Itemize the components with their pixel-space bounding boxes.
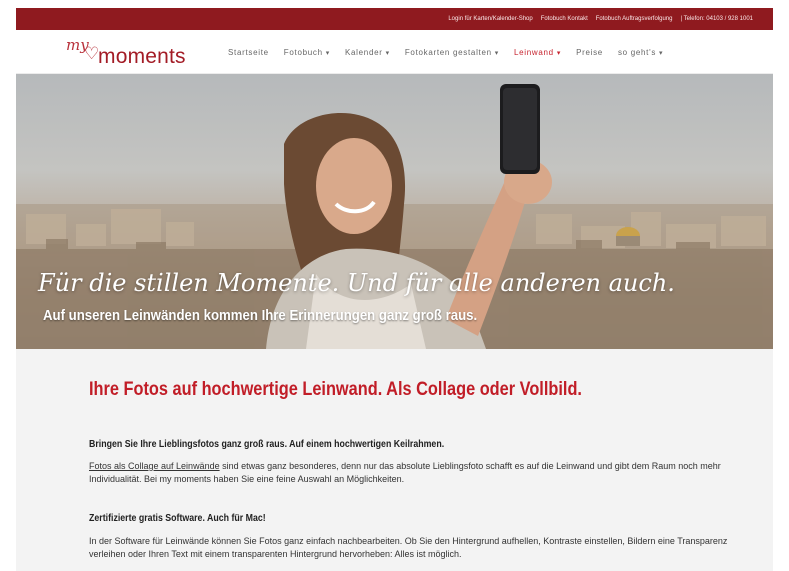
nav-label: Leinwand xyxy=(513,47,554,57)
section-title: Bringen Sie Ihre Lieblingsfotos ganz gro… xyxy=(89,439,445,450)
site-logo[interactable]: my ♡ moments xyxy=(66,34,196,70)
nav-label: Fotokarten gestalten xyxy=(404,47,492,57)
chevron-down-icon: ▾ xyxy=(325,49,330,57)
nav-label: so geht's xyxy=(617,47,657,57)
main-navbar: my ♡ moments Startseite Fotobuch ▾ Kalend… xyxy=(16,30,773,74)
nav-item-preise[interactable]: Preise xyxy=(576,48,603,57)
nav-label: Startseite xyxy=(228,47,269,57)
nav-label: Kalender xyxy=(344,47,383,57)
chevron-down-icon: ▾ xyxy=(385,49,390,57)
nav-item-fotobuch[interactable]: Fotobuch ▾ xyxy=(284,48,330,57)
heart-icon: ♡ xyxy=(84,44,100,63)
nav-item-so-gehts[interactable]: so geht's ▾ xyxy=(618,48,663,57)
chevron-down-icon: ▾ xyxy=(556,49,562,57)
hero-subtitle: Auf unseren Leinwänden kommen Ihre Erinn… xyxy=(43,307,478,324)
page-frame: Login für Karten/Kalender-Shop Fotobuch … xyxy=(16,8,773,571)
login-link[interactable]: Login für Karten/Kalender-Shop xyxy=(448,16,532,22)
collage-link[interactable]: Fotos als Collage auf Leinwände xyxy=(89,461,220,471)
order-tracking-link[interactable]: Fotobuch Auftragsverfolgung xyxy=(596,16,673,22)
nav-item-startseite[interactable]: Startseite xyxy=(228,48,269,57)
top-bar: Login für Karten/Kalender-Shop Fotobuch … xyxy=(16,8,773,30)
section-title: Zertifizierte gratis Software. Auch für … xyxy=(89,513,266,524)
contact-link[interactable]: Fotobuch Kontakt xyxy=(541,16,588,22)
main-nav: Startseite Fotobuch ▾ Kalender ▾ Fotokarte… xyxy=(228,30,663,74)
hero-banner: Für die stillen Momente. Und für alle an… xyxy=(16,74,773,349)
phone-link[interactable]: | Telefon: 04103 / 928 1001 xyxy=(680,16,753,22)
chevron-down-icon: ▾ xyxy=(494,49,499,57)
nav-item-fotokarten[interactable]: Fotokarten gestalten ▾ xyxy=(405,48,499,57)
content-section: Ihre Fotos auf hochwertige Leinwand. Als… xyxy=(16,349,773,571)
hero-title: Für die stillen Momente. Und für alle an… xyxy=(38,269,675,297)
nav-item-kalender[interactable]: Kalender ▾ xyxy=(345,48,390,57)
chevron-down-icon: ▾ xyxy=(659,49,664,57)
nav-label: Preise xyxy=(576,47,603,57)
section-paragraph: In der Software für Leinwände können Sie… xyxy=(89,536,728,559)
nav-item-leinwand[interactable]: Leinwand ▾ xyxy=(514,48,561,57)
logo-word: moments xyxy=(98,45,186,68)
section-paragraph: Fotos als Collage auf Leinwände sind etw… xyxy=(89,460,729,486)
nav-label: Fotobuch xyxy=(283,47,323,57)
page-headline: Ihre Fotos auf hochwertige Leinwand. Als… xyxy=(89,379,582,400)
